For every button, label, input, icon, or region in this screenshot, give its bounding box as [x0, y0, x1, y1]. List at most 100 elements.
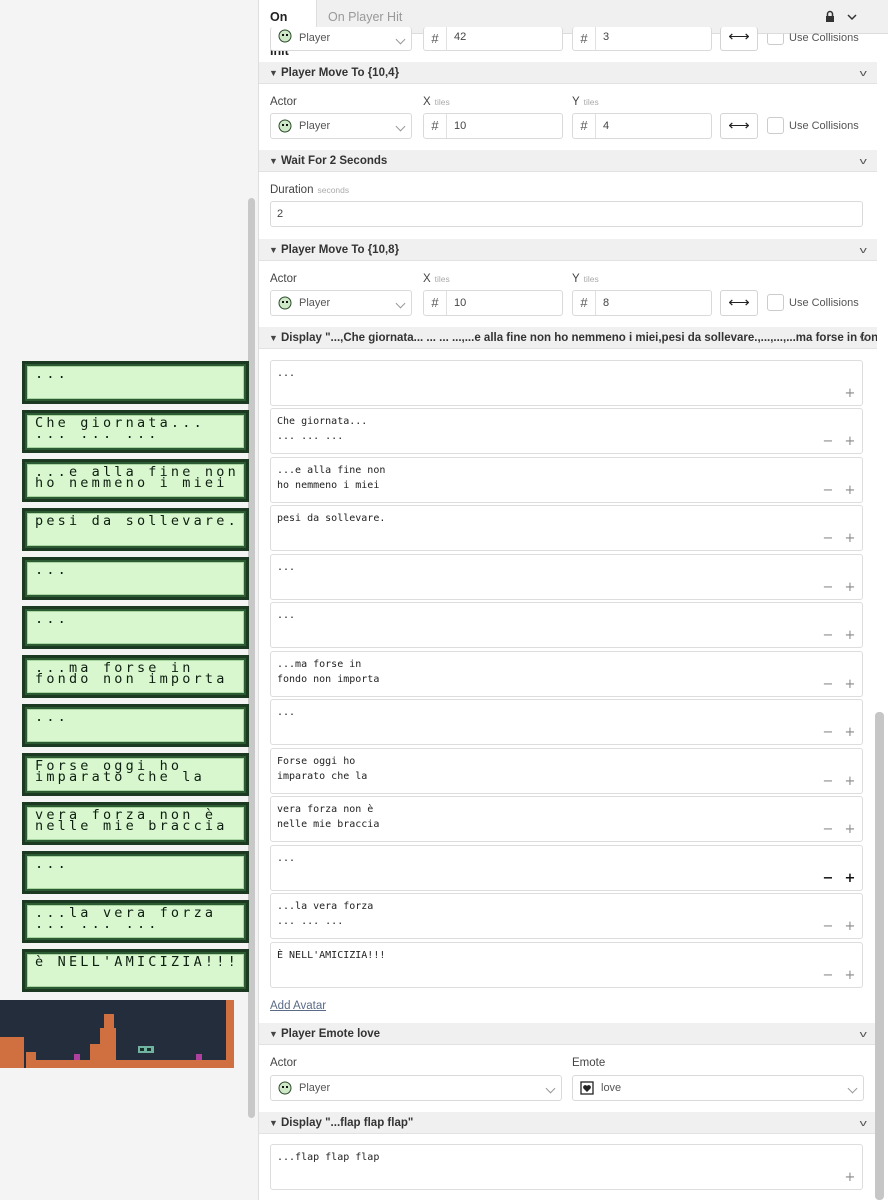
use-collisions-checkbox[interactable] — [767, 294, 784, 311]
add-dialogue-button[interactable]: + — [844, 435, 856, 448]
scene-canvas[interactable]: ... Che giornata...... ... ... ...e alla… — [0, 0, 258, 1200]
event-header-move-1[interactable]: ▼ Player Move To {10,4} v — [259, 62, 877, 84]
dialogue-line-2: ... ... ... — [277, 431, 344, 442]
chevron-down-icon[interactable]: v — [859, 150, 866, 171]
add-dialogue-button[interactable]: + — [844, 872, 856, 885]
use-collisions-label: Use Collisions — [789, 297, 859, 309]
dialogue-textbox-5[interactable]: ... − + — [270, 554, 863, 600]
remove-dialogue-button[interactable]: − — [822, 678, 834, 691]
emote-select[interactable]: love — [572, 1075, 864, 1101]
x-input[interactable]: #42 — [423, 27, 563, 51]
duration-input[interactable]: 2 — [270, 201, 863, 227]
add-avatar-link[interactable]: Add Avatar — [270, 1000, 326, 1012]
dialogue-preview-3: ...e alla fine non ho nemmeno i miei — [22, 459, 249, 502]
hash-icon: # — [424, 114, 447, 138]
swap-axes-button[interactable]: ⟷ — [720, 290, 758, 316]
game-scene-preview — [0, 1000, 234, 1068]
remove-dialogue-button[interactable]: − — [822, 775, 834, 788]
dialogue-textbox-3[interactable]: ...e alla fine non ho nemmeno i miei − + — [270, 457, 863, 503]
add-dialogue-button[interactable]: + — [844, 532, 856, 545]
chevron-down-icon[interactable]: v — [859, 62, 866, 83]
y-input[interactable]: #3 — [572, 27, 712, 51]
canvas-scrollbar[interactable] — [248, 198, 255, 1118]
chevron-down-icon[interactable] — [844, 9, 860, 25]
remove-dialogue-button[interactable]: − — [822, 823, 834, 836]
remove-dialogue-button[interactable]: − — [822, 726, 834, 739]
dialogue-textbox-11[interactable]: ... − + — [270, 845, 863, 891]
duration-label: Duration seconds — [270, 184, 350, 196]
dialogue-line-2: ... ... ... — [277, 916, 344, 927]
y-value: 4 — [603, 120, 610, 132]
remove-dialogue-button[interactable]: − — [822, 969, 834, 982]
actor-label: Actor — [270, 1057, 297, 1069]
dialogue-textbox-4[interactable]: pesi da sollevare. − + — [270, 505, 863, 551]
event-header-display[interactable]: ▼ Display "...,Che giornata... ... ... ..… — [259, 327, 877, 349]
dialogue-textbox-10[interactable]: vera forza non è nelle mie braccia − + — [270, 796, 863, 842]
actor-label: Actor — [270, 273, 297, 285]
use-collisions-checkbox[interactable] — [767, 34, 784, 45]
chevron-down-icon[interactable]: v — [859, 1023, 866, 1044]
event-editor-panel: On Init On Player Hit Player #42 #3 ⟷ Us… — [258, 0, 888, 1200]
preview-line-2: imparato che la — [35, 769, 205, 785]
dialogue-line-1: ... — [277, 610, 296, 621]
dialogue-line-1: Forse oggi ho — [277, 756, 356, 767]
chevron-down-icon[interactable]: v — [859, 1112, 866, 1133]
dialogue-textbox-flap[interactable]: ...flap flap flap + — [270, 1144, 863, 1190]
dialogue-line-1: pesi da sollevare. — [277, 513, 386, 524]
event-header-emote[interactable]: ▼ Player Emote love v — [259, 1023, 877, 1045]
add-dialogue-button[interactable]: + — [844, 775, 856, 788]
add-dialogue-button[interactable]: + — [844, 969, 856, 982]
y-input[interactable]: #4 — [572, 113, 712, 139]
remove-dialogue-button[interactable]: − — [822, 484, 834, 497]
dialogue-textbox-9[interactable]: Forse oggi ho imparato che la − + — [270, 748, 863, 794]
actor-select[interactable]: Player — [270, 27, 412, 51]
chevron-down-icon[interactable]: v — [859, 327, 866, 348]
dialogue-preview-1: ... — [22, 361, 249, 404]
lock-icon[interactable] — [822, 9, 838, 25]
remove-dialogue-button[interactable]: − — [822, 435, 834, 448]
actor-select[interactable]: Player — [270, 113, 412, 139]
actor-select[interactable]: Player — [270, 1075, 562, 1101]
remove-dialogue-button[interactable]: − — [822, 920, 834, 933]
add-dialogue-button[interactable]: + — [844, 823, 856, 836]
dialogue-textbox-7[interactable]: ...ma forse in fondo non importa − + — [270, 651, 863, 697]
editor-scrollbar[interactable] — [875, 712, 884, 1200]
dialogue-textbox-8[interactable]: ... − + — [270, 699, 863, 745]
x-input[interactable]: #10 — [423, 290, 563, 316]
dialogue-preview-2: Che giornata...... ... ... — [22, 410, 249, 453]
x-input[interactable]: #10 — [423, 113, 563, 139]
remove-dialogue-button[interactable]: − — [822, 581, 834, 594]
remove-dialogue-button[interactable]: − — [822, 629, 834, 642]
dialogue-textbox-2[interactable]: Che giornata... ... ... ... − + — [270, 408, 863, 454]
use-collisions-checkbox[interactable] — [767, 117, 784, 134]
dialogue-preview-10: vera forza non è nelle mie braccia — [22, 802, 249, 845]
add-dialogue-button[interactable]: + — [844, 629, 856, 642]
add-dialogue-button[interactable]: + — [844, 581, 856, 594]
actor-select[interactable]: Player — [270, 290, 412, 316]
dialogue-preview-13: è NELL'AMICIZIA!!! — [22, 949, 249, 992]
add-dialogue-button[interactable]: + — [844, 484, 856, 497]
event-header-wait[interactable]: ▼ Wait For 2 Seconds v — [259, 150, 877, 172]
swap-axes-button[interactable]: ⟷ — [720, 27, 758, 51]
y-label: Ytiles — [572, 273, 599, 285]
dialogue-textbox-1[interactable]: ... + — [270, 360, 863, 406]
add-dialogue-button[interactable]: + — [844, 678, 856, 691]
add-dialogue-button[interactable]: + — [844, 1171, 856, 1184]
dialogue-textbox-12[interactable]: ...la vera forza ... ... ... − + — [270, 893, 863, 939]
chevron-down-icon[interactable]: v — [859, 239, 866, 260]
event-header-move-2[interactable]: ▼ Player Move To {10,8} v — [259, 239, 877, 261]
swap-axes-button[interactable]: ⟷ — [720, 113, 758, 139]
hash-icon: # — [424, 27, 447, 51]
actor-value: Player — [299, 297, 331, 309]
remove-dialogue-button[interactable]: − — [822, 872, 834, 885]
dialogue-preview-12: ...la vera forza... ... ... — [22, 900, 249, 943]
y-input[interactable]: #8 — [572, 290, 712, 316]
add-dialogue-button[interactable]: + — [844, 920, 856, 933]
dialogue-textbox-13[interactable]: È NELL'AMICIZIA!!! − + — [270, 942, 863, 988]
preview-line-1: ... — [35, 562, 69, 578]
remove-dialogue-button[interactable]: − — [822, 532, 834, 545]
add-dialogue-button[interactable]: + — [844, 726, 856, 739]
event-header-display-2[interactable]: ▼ Display "...flap flap flap" v — [259, 1112, 877, 1134]
dialogue-textbox-6[interactable]: ... − + — [270, 602, 863, 648]
add-dialogue-button[interactable]: + — [844, 387, 856, 400]
